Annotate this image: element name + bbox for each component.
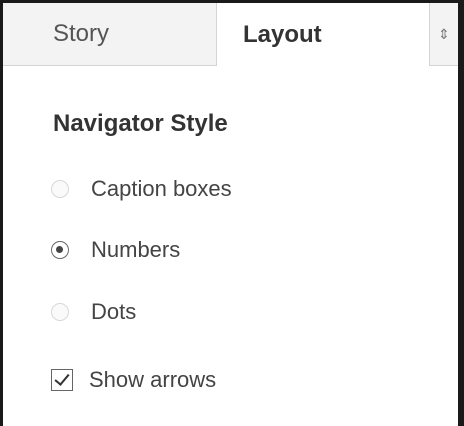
tab-story-label: Story — [53, 20, 110, 47]
panel: Story Layout ⇕ Navigator Style Caption b… — [0, 0, 464, 426]
radio-label-caption-boxes: Caption boxes — [91, 176, 232, 201]
navigator-style-heading: Navigator Style — [53, 110, 228, 137]
tab-layout-label: Layout — [243, 20, 322, 48]
show-arrows-label: Show arrows — [89, 367, 217, 392]
tab-layout[interactable]: Layout — [217, 3, 429, 66]
radio-button-caption-boxes[interactable] — [51, 180, 69, 198]
radio-option-numbers[interactable]: Numbers — [51, 237, 180, 263]
window-border-right — [458, 0, 464, 426]
more-tabs-button[interactable]: ⇕ — [429, 3, 458, 66]
show-arrows-option[interactable]: Show arrows — [51, 367, 216, 393]
radio-label-dots: Dots — [91, 299, 137, 324]
radio-label-numbers: Numbers — [91, 237, 181, 262]
updown-arrows-icon: ⇕ — [438, 25, 450, 42]
show-arrows-checkbox[interactable] — [51, 369, 73, 391]
tab-bar: Story Layout ⇕ — [3, 3, 458, 66]
radio-button-dots[interactable] — [51, 303, 69, 321]
layout-panel-content: Navigator Style Caption boxes Numbers Do… — [3, 66, 458, 426]
window-border-left — [0, 0, 3, 426]
window-border-top — [0, 0, 464, 3]
radio-option-caption-boxes[interactable]: Caption boxes — [51, 176, 232, 202]
radio-button-numbers[interactable] — [51, 241, 69, 259]
tab-story[interactable]: Story — [3, 3, 217, 66]
radio-option-dots[interactable]: Dots — [51, 299, 136, 325]
